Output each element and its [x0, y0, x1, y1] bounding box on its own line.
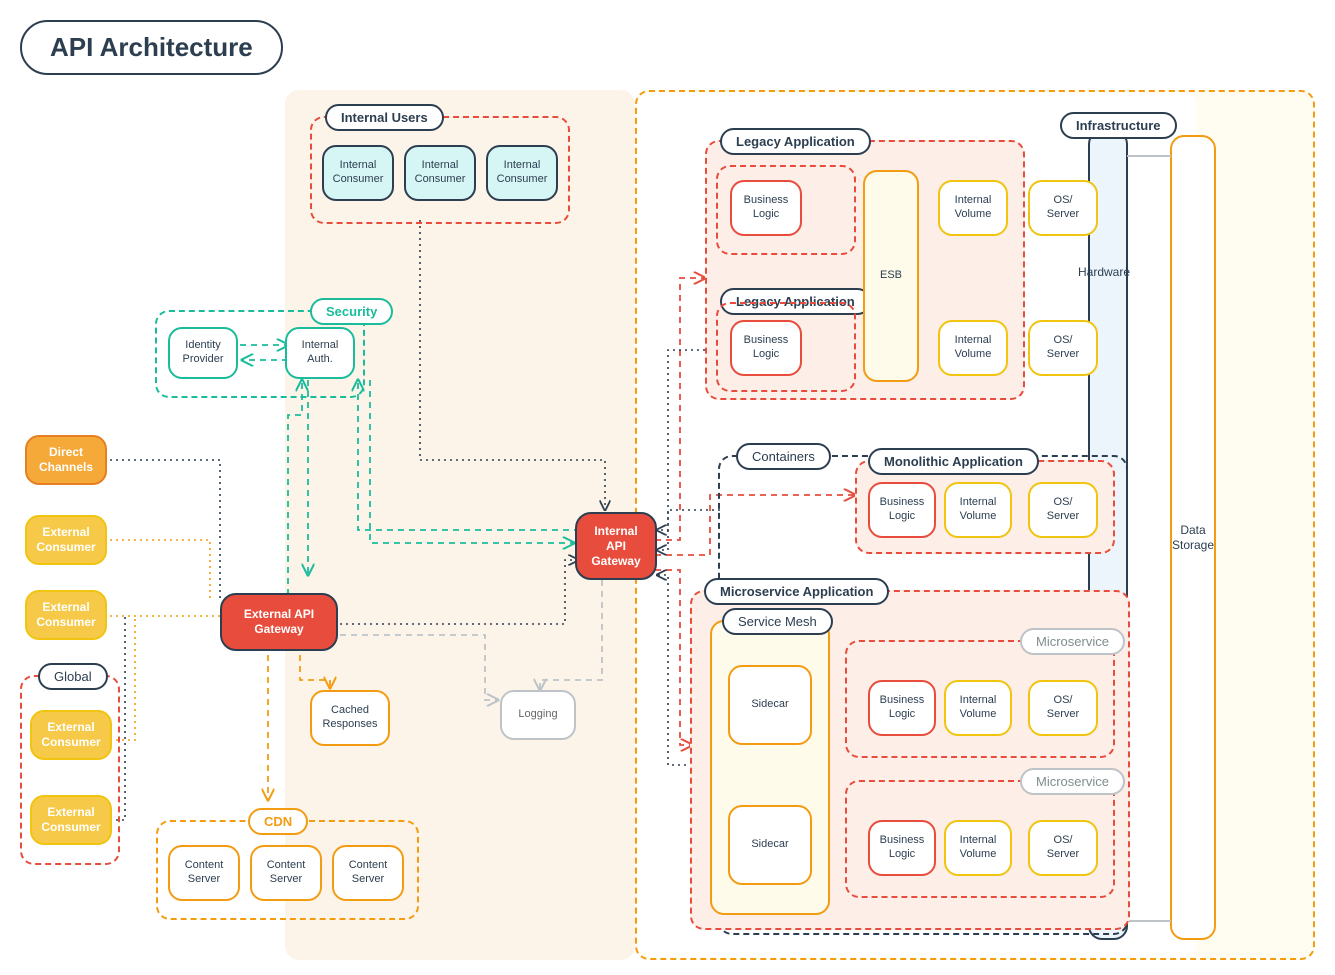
legacy1-oss: OS/ Server — [1028, 180, 1098, 236]
internal-auth-node: Internal Auth. — [285, 327, 355, 379]
internal-consumer-1: Internal Consumer — [322, 145, 394, 201]
external-consumer-3: External Consumer — [30, 710, 112, 760]
infra-connector-top — [1127, 155, 1171, 157]
external-consumer-4: External Consumer — [30, 795, 112, 845]
internal-consumer-2: Internal Consumer — [404, 145, 476, 201]
external-consumer-1: External Consumer — [25, 515, 107, 565]
data-storage-node: Data Storage — [1170, 135, 1216, 940]
mono-iv: Internal Volume — [944, 482, 1012, 538]
cached-responses-node: Cached Responses — [310, 690, 390, 746]
legacy1-bl: Business Logic — [730, 180, 802, 236]
diagram-canvas: API Architecture — [20, 20, 1315, 955]
microservice-label: Microservice Application — [704, 578, 889, 605]
sidecar-1: Sidecar — [728, 665, 812, 745]
data-storage-text: Data Storage — [1172, 523, 1214, 553]
ms2-oss: OS/ Server — [1028, 820, 1098, 876]
internal-api-gateway: Internal API Gateway — [575, 512, 657, 580]
monolithic-label: Monolithic Application — [868, 448, 1039, 475]
legacy1-iv: Internal Volume — [938, 180, 1008, 236]
infra-connector-bottom — [1127, 920, 1171, 922]
external-consumer-2: External Consumer — [25, 590, 107, 640]
mono-oss: OS/ Server — [1028, 482, 1098, 538]
logging-node: Logging — [500, 690, 576, 740]
containers-label: Containers — [736, 443, 831, 470]
sidecar-2: Sidecar — [728, 805, 812, 885]
esb-node: ESB — [863, 170, 919, 382]
ms1-label: Microservice — [1020, 628, 1125, 655]
mono-bl: Business Logic — [868, 482, 936, 538]
legacy-label-1: Legacy Application — [720, 128, 871, 155]
cdn-label: CDN — [248, 808, 308, 835]
infrastructure-label: Infrastructure — [1060, 112, 1177, 139]
internal-users-label: Internal Users — [325, 104, 444, 131]
page-title: API Architecture — [20, 20, 283, 75]
legacy2-iv: Internal Volume — [938, 320, 1008, 376]
service-mesh-label: Service Mesh — [722, 608, 833, 635]
hardware-label: Hardware — [1078, 265, 1130, 279]
global-label: Global — [38, 663, 108, 690]
security-label: Security — [310, 298, 393, 325]
content-server-3: Content Server — [332, 845, 404, 901]
internal-consumer-3: Internal Consumer — [486, 145, 558, 201]
external-api-gateway: External API Gateway — [220, 593, 338, 651]
ms1-oss: OS/ Server — [1028, 680, 1098, 736]
legacy2-bl: Business Logic — [730, 320, 802, 376]
identity-provider-node: Identity Provider — [168, 327, 238, 379]
legacy2-oss: OS/ Server — [1028, 320, 1098, 376]
ms2-bl: Business Logic — [868, 820, 936, 876]
ms2-label: Microservice — [1020, 768, 1125, 795]
ms1-iv: Internal Volume — [944, 680, 1012, 736]
content-server-2: Content Server — [250, 845, 322, 901]
content-server-1: Content Server — [168, 845, 240, 901]
ms2-iv: Internal Volume — [944, 820, 1012, 876]
direct-channels-node: Direct Channels — [25, 435, 107, 485]
ms1-bl: Business Logic — [868, 680, 936, 736]
